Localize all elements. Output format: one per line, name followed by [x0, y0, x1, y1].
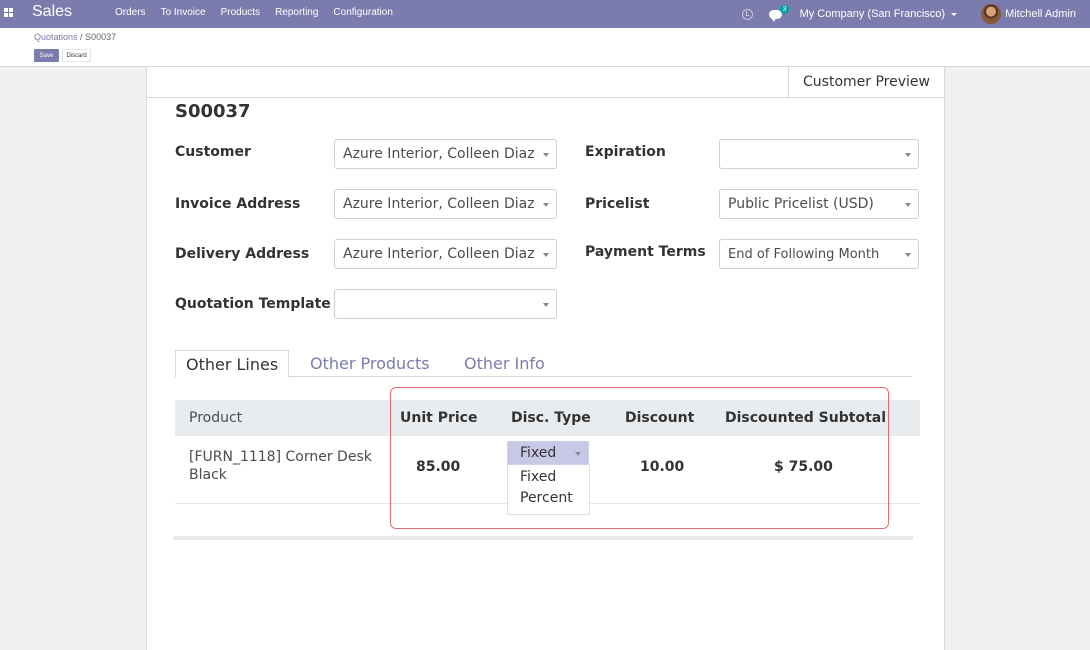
tab-other-info[interactable]: Other Info [454, 350, 555, 377]
customer-value: Azure Interior, Colleen Diaz [343, 146, 535, 162]
payment-terms-value: End of Following Month [728, 246, 880, 262]
pricelist-value: Public Pricelist (USD) [728, 196, 874, 212]
navbar-systray: 3 My Company (San Francisco) Mitchell Ad… [741, 0, 1090, 28]
dropdown-arrow-icon [575, 452, 581, 456]
invoice-address-field[interactable]: Azure Interior, Colleen Diaz [334, 189, 557, 219]
dropdown-arrow-icon [905, 203, 911, 207]
payment-terms-field[interactable]: End of Following Month [719, 239, 919, 269]
save-button[interactable]: Save [34, 49, 59, 62]
column-product[interactable]: Product [189, 410, 242, 426]
customer-field[interactable]: Azure Interior, Colleen Diaz [334, 139, 557, 169]
dropdown-arrow-icon [543, 153, 549, 157]
menu-to-invoice[interactable]: To Invoice [161, 7, 206, 18]
main-menu: Orders To Invoice Products Reporting Con… [115, 7, 408, 18]
menu-products[interactable]: Products [221, 7, 260, 18]
app-brand[interactable]: Sales [32, 3, 72, 21]
disc-type-option-percent[interactable]: Percent [508, 488, 589, 509]
control-panel: Quotations / S00037 Save Discard [0, 28, 1090, 67]
menu-configuration[interactable]: Configuration [333, 7, 392, 18]
company-name: My Company (San Francisco) [799, 8, 946, 20]
top-navbar: Sales Orders To Invoice Products Reporti… [0, 0, 1090, 28]
user-menu[interactable]: Mitchell Admin [1005, 8, 1076, 20]
quotation-template-field[interactable] [334, 289, 557, 319]
menu-reporting[interactable]: Reporting [275, 7, 318, 18]
tab-other-lines[interactable]: Other Lines [175, 350, 290, 378]
user-avatar[interactable] [981, 4, 1002, 24]
messaging-menu[interactable]: 3 [768, 4, 790, 22]
disc-type-selected: Fixed [520, 445, 557, 461]
sheet-header: Customer Preview [147, 67, 944, 98]
customer-preview-button[interactable]: Customer Preview [788, 67, 944, 97]
dropdown-arrow-icon [905, 253, 911, 257]
quotation-template-label: Quotation Template [175, 296, 331, 312]
expiration-label: Expiration [585, 144, 666, 160]
discount-columns-highlight [390, 387, 889, 529]
delivery-address-value: Azure Interior, Colleen Diaz [343, 246, 535, 262]
customer-label: Customer [175, 144, 251, 160]
company-switcher[interactable]: My Company (San Francisco) [800, 8, 958, 20]
expiration-field[interactable] [719, 139, 919, 169]
disc-type-options: Fixed Percent [507, 465, 590, 515]
quotation-reference: S00037 [175, 101, 251, 122]
discard-button[interactable]: Discard [62, 49, 91, 62]
disc-type-select[interactable]: Fixed [507, 441, 589, 465]
dropdown-arrow-icon [543, 253, 549, 257]
breadcrumb-quotations[interactable]: Quotations [34, 32, 78, 42]
pricelist-field[interactable]: Public Pricelist (USD) [719, 189, 919, 219]
breadcrumb-separator: / [80, 32, 83, 42]
menu-orders[interactable]: Orders [115, 7, 146, 18]
delivery-address-field[interactable]: Azure Interior, Colleen Diaz [334, 239, 557, 269]
dropdown-arrow-icon [905, 153, 911, 157]
dropdown-arrow-icon [543, 303, 549, 307]
invoice-address-label: Invoice Address [175, 196, 301, 212]
apps-menu-icon[interactable] [4, 8, 13, 17]
activity-clock-icon[interactable] [741, 8, 753, 20]
dropdown-arrow-icon [543, 203, 549, 207]
product-cell[interactable]: [FURN_1118] Corner Desk Black [189, 448, 389, 484]
disc-type-option-fixed[interactable]: Fixed [508, 467, 589, 488]
invoice-address-value: Azure Interior, Colleen Diaz [343, 196, 535, 212]
breadcrumb-current: S00037 [85, 32, 117, 42]
delivery-address-label: Delivery Address [175, 246, 310, 262]
notebook-tabs: Other Lines Other Products Other Info [175, 350, 912, 378]
chat-count-badge: 3 [779, 4, 790, 14]
form-sheet: Customer Preview S00037 Customer Azure I… [146, 67, 945, 650]
tab-other-products[interactable]: Other Products [300, 350, 440, 377]
caret-down-icon [951, 12, 958, 16]
pricelist-label: Pricelist [585, 196, 650, 212]
payment-terms-label: Payment Terms [585, 244, 706, 260]
table-footer-divider [173, 536, 913, 540]
breadcrumb: Quotations / S00037 [34, 32, 116, 42]
